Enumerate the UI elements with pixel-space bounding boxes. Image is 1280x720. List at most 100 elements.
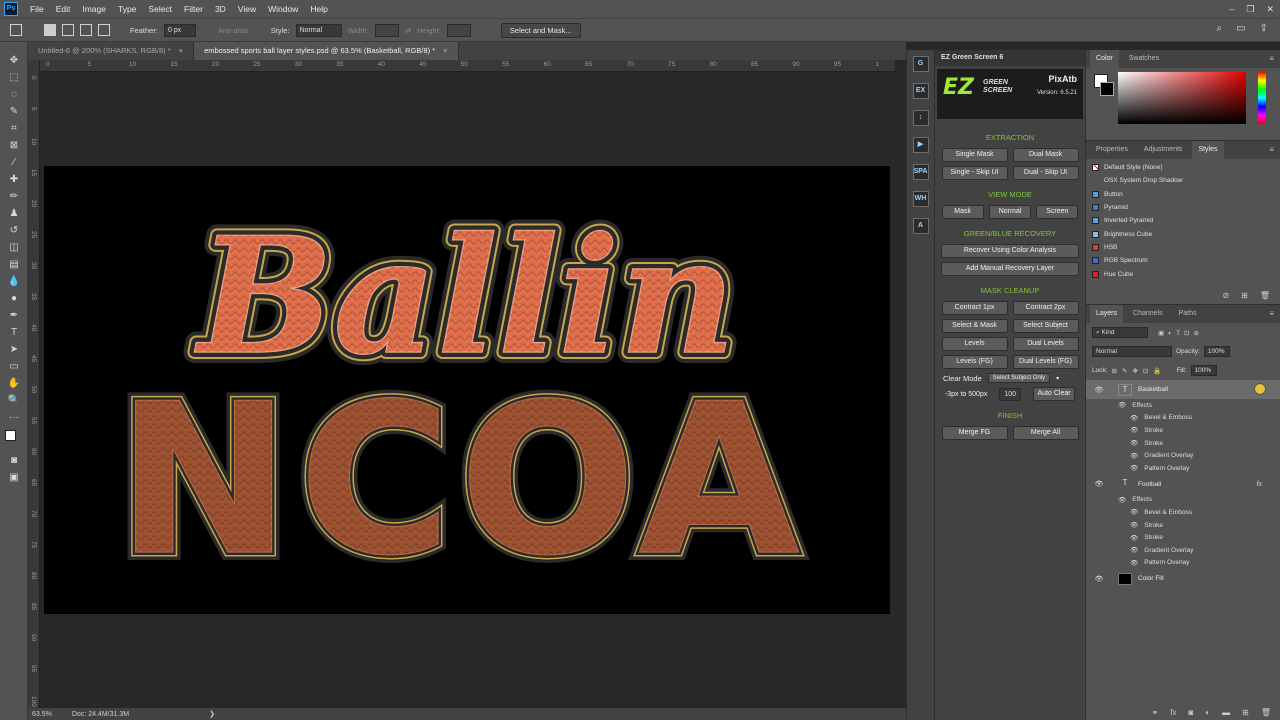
tab-paths[interactable]: Paths [1173, 305, 1203, 323]
crop-tool-icon[interactable]: ⌗ [0, 120, 28, 137]
view-mask-button[interactable]: Mask [941, 205, 984, 219]
tab-channels[interactable]: Channels [1127, 305, 1169, 323]
menu-image[interactable]: Image [76, 0, 112, 18]
clear-mode-select[interactable]: Select Subject Only [987, 373, 1051, 383]
dual-levels-button[interactable]: Dual Levels [1012, 337, 1079, 351]
select-subject-button[interactable]: Select Subject [1012, 319, 1079, 333]
play-icon[interactable]: ▶ [912, 137, 929, 153]
menu-window[interactable]: Window [262, 0, 304, 18]
effect-item[interactable]: 👁 Stroke [1086, 519, 1280, 532]
effect-item[interactable]: 👁 Stroke [1086, 531, 1280, 544]
menu-type[interactable]: Type [112, 0, 142, 18]
color-swatches[interactable] [0, 426, 27, 452]
visibility-eye-icon[interactable]: 👁 [1130, 546, 1138, 554]
visibility-eye-icon[interactable]: 👁 [1130, 439, 1138, 447]
lasso-tool-icon[interactable]: ◌ [0, 86, 28, 103]
restore-icon[interactable]: ❐ [1246, 4, 1254, 15]
single-mask-button[interactable]: Single Mask [941, 148, 1008, 162]
close-tab-icon[interactable]: × [443, 46, 447, 55]
blur-tool-icon[interactable]: 💧 [0, 273, 28, 290]
effect-item[interactable]: 👁 Gradient Overlay [1086, 449, 1280, 462]
style-item[interactable]: Pyramid [1086, 201, 1280, 214]
style-item[interactable]: Hue Cube [1086, 267, 1280, 280]
panel-menu-icon[interactable]: ≡ [1269, 54, 1274, 63]
quick-select-tool-icon[interactable]: ✎ [0, 103, 28, 120]
gradient-tool-icon[interactable]: ▤ [0, 256, 28, 273]
trash-icon[interactable]: 🗑 [1261, 708, 1271, 717]
ext-spa-icon[interactable]: SPA [912, 164, 929, 180]
effect-item[interactable]: 👁 Pattern Overlay [1086, 462, 1280, 475]
levels-button[interactable]: Levels [941, 337, 1008, 351]
single-skip-ui-button[interactable]: Single - Skip UI [941, 166, 1008, 180]
panel-menu-icon[interactable]: ≡ [1269, 309, 1274, 318]
menu-edit[interactable]: Edit [50, 0, 77, 18]
feather-input[interactable]: 0 px [163, 23, 196, 37]
lock-icons[interactable]: ⊞✎✥⊡🔒 [1112, 367, 1167, 375]
style-item[interactable]: RGB Spectrum [1086, 254, 1280, 267]
style-item[interactable]: Button [1086, 188, 1280, 201]
tab-embossed-sports[interactable]: embossed sports ball layer styles.psd @ … [194, 42, 459, 60]
hand-tool-icon[interactable]: ✋ [0, 375, 28, 392]
add-selection-icon[interactable] [62, 24, 74, 36]
search-icon[interactable]: ⌕ [1217, 23, 1223, 34]
menu-3d[interactable]: 3D [209, 0, 232, 18]
new-style-icon[interactable]: ⊞ [1241, 291, 1248, 300]
contract-2px-button[interactable]: Contract 2px [1012, 301, 1079, 315]
tab-untitled-6[interactable]: Untitled-6 @ 200% (SHARKS, RGB/8) * × [28, 42, 195, 60]
style-item[interactable]: Inverted Pyramid [1086, 214, 1280, 227]
visibility-eye-icon[interactable]: 👁 [1092, 480, 1106, 488]
panel-menu-icon[interactable]: ≡ [1269, 145, 1274, 154]
dual-skip-ui-button[interactable]: Dual - Skip UI [1012, 166, 1079, 180]
visibility-eye-icon[interactable]: 👁 [1130, 508, 1138, 516]
anti-alias-checkbox[interactable]: Anti-alias [218, 26, 249, 35]
visibility-eye-icon[interactable]: 👁 [1118, 496, 1126, 504]
visibility-eye-icon[interactable]: 👁 [1092, 575, 1106, 583]
ext-ex-icon[interactable]: EX [912, 83, 929, 99]
ext-wh-icon[interactable]: WH [912, 191, 929, 207]
tab-color[interactable]: Color [1090, 50, 1119, 68]
opacity-input[interactable]: 100% [1203, 346, 1230, 357]
menu-file[interactable]: File [24, 0, 50, 18]
stamp-tool-icon[interactable]: ♟ [0, 205, 28, 222]
style-item[interactable]: Brightness Cube [1086, 227, 1280, 240]
hue-slider[interactable] [1258, 72, 1266, 124]
pen-tool-icon[interactable]: ✒ [0, 307, 28, 324]
canvas[interactable]: Ballin Ballin Ballin Ballin Ballin NCOA … [44, 166, 890, 614]
zoom-tool-icon[interactable]: 🔍 [0, 392, 28, 409]
effect-item[interactable]: 👁 Gradient Overlay [1086, 544, 1280, 557]
add-manual-recovery-button[interactable]: Add Manual Recovery Layer [941, 262, 1079, 276]
levels-fg-button[interactable]: Levels (FG) [941, 355, 1008, 369]
close-tab-icon[interactable]: × [179, 46, 183, 55]
menu-help[interactable]: Help [304, 0, 333, 18]
clear-style-icon[interactable]: ⊘ [1222, 291, 1229, 300]
effects-group[interactable]: 👁 Effects [1086, 494, 1280, 507]
path-select-tool-icon[interactable]: ➤ [0, 341, 28, 358]
style-item[interactable]: OSX System Drop Shadow [1086, 174, 1280, 187]
marquee-tool-icon[interactable]: ⬚ [0, 69, 28, 86]
contract-1px-button[interactable]: Contract 1px [941, 301, 1008, 315]
new-selection-icon[interactable] [44, 24, 56, 36]
ext-updown-icon[interactable]: ↕ [912, 110, 929, 126]
tab-properties[interactable]: Properties [1090, 141, 1134, 159]
visibility-eye-icon[interactable]: 👁 [1130, 464, 1138, 472]
style-select[interactable]: Normal [295, 23, 342, 37]
adjustment-icon[interactable]: ◐ [1205, 708, 1210, 717]
type-tool-icon[interactable]: T [0, 324, 28, 341]
zoom-level[interactable]: 63.5% [32, 711, 52, 718]
close-window-icon[interactable]: ✕ [1266, 4, 1274, 15]
shape-tool-icon[interactable]: ▭ [0, 358, 28, 375]
merge-fg-button[interactable]: Merge FG [941, 426, 1008, 440]
dodge-tool-icon[interactable]: ● [0, 290, 28, 307]
menu-select[interactable]: Select [142, 0, 178, 18]
foreground-color-swatch[interactable] [5, 430, 16, 441]
menu-view[interactable]: View [232, 0, 262, 18]
layer-football[interactable]: 👁 T Football fx [1086, 475, 1280, 494]
fill-input[interactable]: 100% [1190, 365, 1217, 376]
move-tool-icon[interactable]: ✥ [0, 52, 28, 69]
history-brush-icon[interactable]: ↺ [0, 222, 28, 239]
workspace-icon[interactable]: ▭ [1236, 23, 1245, 34]
subtract-selection-icon[interactable] [80, 24, 92, 36]
more-tools-icon[interactable]: ··· [0, 409, 28, 426]
visibility-eye-icon[interactable]: 👁 [1130, 534, 1138, 542]
effects-group[interactable]: 👁 Effects [1086, 399, 1280, 412]
